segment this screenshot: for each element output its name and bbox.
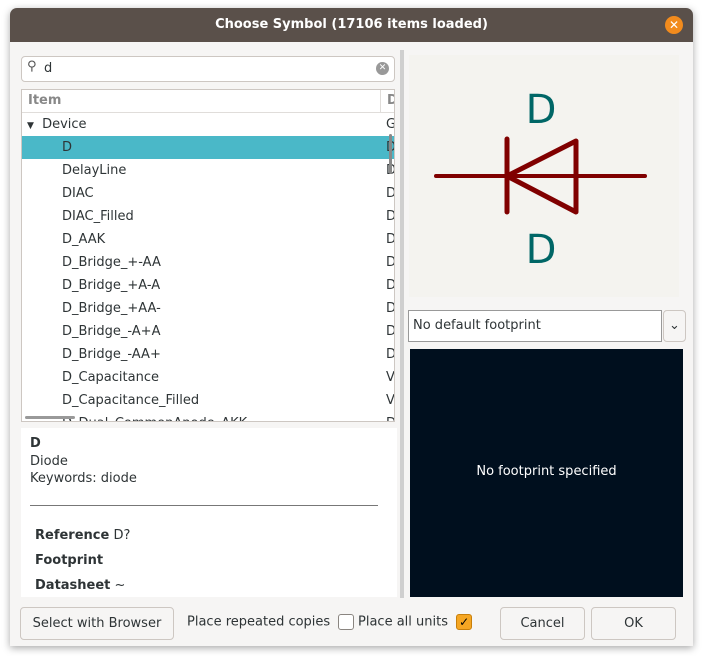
row-name: D_Capacitance [62,370,159,385]
expand-arrow-icon[interactable]: ▼ [27,121,34,131]
row-name: D_AAK [62,232,106,247]
field-label: Reference [35,528,110,543]
row-desc: D [386,251,394,274]
column-description[interactable]: D [380,90,394,112]
info-field: Footprint [35,553,103,568]
tree-row[interactable]: DIAC_Filled D [22,205,394,228]
info-field: Reference D? [35,528,130,543]
symbol-preview: D D [409,55,679,297]
place-repeated-label: Place repeated copies [187,614,331,630]
row-name: DelayLine [62,163,127,178]
tree-header: Item D [22,90,394,113]
row-desc: D [386,228,394,251]
row-desc: D [386,297,394,320]
row-name: DIAC_Filled [62,209,134,224]
row-name: D [62,140,73,155]
ref-text: D [526,87,557,133]
footprint-preview: No footprint specified [410,349,683,597]
tree-row[interactable]: D_Bridge_+A-A D [22,274,394,297]
search-input[interactable]: ⚲ d ✕ [21,56,395,82]
row-desc: D [386,182,394,205]
footprint-select-value: No default footprint [413,318,541,333]
column-item[interactable]: Item [28,93,61,108]
tree-row[interactable]: D_Bridge_+-AA D [22,251,394,274]
place-all-units[interactable]: Place all units ✓ [358,614,473,630]
place-repeated-copies[interactable]: Place repeated copies [187,614,355,630]
tree-group-device[interactable]: ▼ Device G [22,113,394,136]
row-name: D_Dual_CommonAnode_AKK [62,416,247,421]
symbol-info-panel: D Diode Keywords: diode Reference D? Foot… [21,428,397,597]
cancel-button[interactable]: Cancel [500,607,585,640]
row-desc: D [386,205,394,228]
place-repeated-checkbox[interactable] [338,614,355,630]
info-divider [30,505,378,506]
field-value: ~ [114,578,126,593]
clear-search-icon[interactable]: ✕ [376,62,389,75]
symbol-tree[interactable]: Item D ▼ Device G DDDelayLineDDIACDDIAC_… [21,89,395,422]
row-desc: V [386,393,395,408]
horizontal-scrollbar[interactable] [25,416,75,419]
field-label: Footprint [35,553,104,568]
group-desc: G [386,113,394,136]
row-desc: D [386,412,394,421]
tree-row[interactable]: D_Bridge_-A+A D [22,320,394,343]
row-name: D_Bridge_-A+A [62,324,161,339]
search-icon: ⚲ [27,59,37,74]
row-name: D_Bridge_+AA- [62,301,161,316]
tree-row[interactable]: DelayLineD [22,159,394,182]
tree-row[interactable]: D_Bridge_+AA- D [22,297,394,320]
info-description: Diode [30,454,68,469]
tree-row[interactable]: DD [22,136,394,159]
info-field: Datasheet ~ [35,578,125,593]
splitter[interactable] [400,50,404,598]
no-footprint-text: No footprint specified [476,464,617,479]
row-name: DIAC [62,186,94,201]
info-keywords: Keywords: diode [30,471,137,486]
tree-row[interactable]: D_AAK D [22,228,394,251]
row-name: D_Bridge_+-AA [62,255,161,270]
row-desc: D [386,343,394,366]
row-desc: V [386,370,395,385]
tree-row[interactable]: D_Bridge_-AA+ D [22,343,394,366]
ok-button[interactable]: OK [591,607,676,640]
row-desc: D [386,274,394,297]
group-label: Device [42,117,87,132]
tree-row[interactable]: D_Capacitance_Filled V [22,389,394,412]
row-name: D_Capacitance_Filled [62,393,200,408]
row-name: D_Bridge_-AA+ [62,347,161,362]
vertical-scrollbar[interactable] [389,134,392,174]
select-with-browser-button[interactable]: Select with Browser [20,607,174,640]
row-name: D_Bridge_+A-A [62,278,161,293]
row-desc: D [386,320,394,343]
place-all-units-label: Place all units [358,614,448,630]
footprint-dropdown-button[interactable]: ⌄ [663,310,686,342]
field-value: D? [113,528,131,543]
tree-row[interactable]: D_Dual_CommonAnode_AKK D [22,412,394,421]
tree-row[interactable]: DIAC D [22,182,394,205]
search-value: d [44,61,53,76]
info-name: D [30,436,41,451]
dialog-title: Choose Symbol (17106 items loaded) [10,8,693,42]
close-icon[interactable]: ✕ [665,16,683,34]
value-text: D [526,227,557,273]
diode-symbol: D D [434,87,647,273]
footprint-select[interactable]: No default footprint [408,310,662,342]
choose-symbol-dialog: Choose Symbol (17106 items loaded) ✕ ⚲ d… [10,8,693,646]
tree-row[interactable]: D_Capacitance V [22,366,394,389]
place-all-units-checkbox[interactable]: ✓ [456,614,473,630]
field-label: Datasheet [35,578,111,593]
